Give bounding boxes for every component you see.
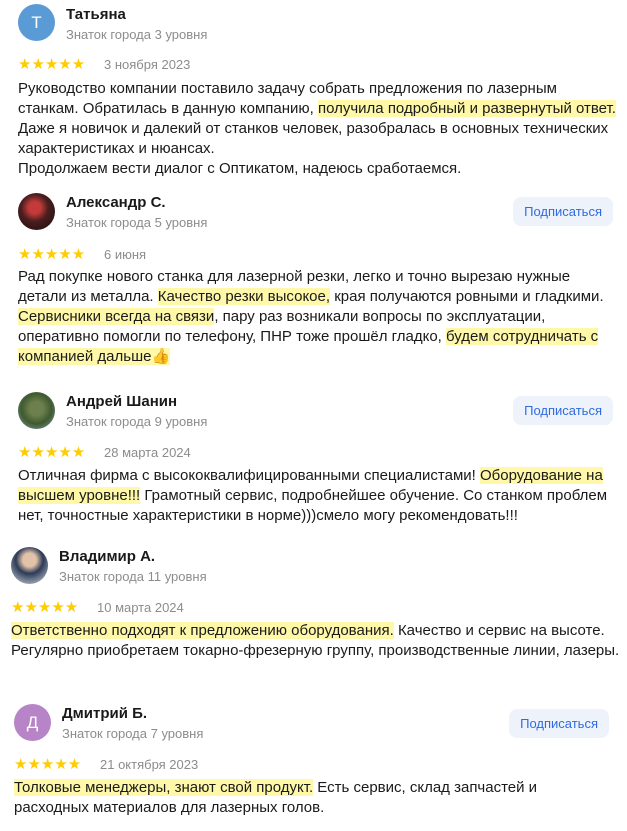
- rating-stars: ★★★★★: [18, 444, 86, 461]
- review-text-part: края получаются ровными и гладкими.: [330, 288, 604, 305]
- review-highlight: Толковые менеджеры, знают свой продукт.: [14, 779, 314, 796]
- review-highlight: Сервисники всегда на связи: [18, 308, 215, 325]
- review-highlight: получила подробный и развернутый ответ.: [317, 100, 616, 117]
- review-date: 10 марта 2024: [97, 600, 184, 615]
- avatar[interactable]: [18, 193, 55, 230]
- rating-stars: ★★★★★: [11, 599, 79, 616]
- review-text: Толковые менеджеры, знают свой продукт. …: [14, 778, 614, 818]
- reviewer-name[interactable]: Андрей Шанин: [66, 393, 177, 410]
- reviewer-name[interactable]: Дмитрий Б.: [62, 705, 147, 722]
- review-text-part: Продолжаем вести диалог с Оптикатом, над…: [18, 160, 462, 177]
- reviewer-name[interactable]: Александр С.: [66, 194, 166, 211]
- review-date: 3 ноября 2023: [104, 57, 191, 72]
- subscribe-button[interactable]: Подписаться: [513, 396, 613, 425]
- review-text-part: Отличная фирма с высококвалифицированным…: [18, 467, 480, 484]
- review-highlight: Качество резки высокое,: [157, 288, 331, 305]
- review-date: 6 июня: [104, 247, 147, 262]
- review-text: Отличная фирма с высококвалифицированным…: [18, 466, 618, 526]
- avatar[interactable]: Д: [14, 704, 51, 741]
- avatar-letter: Д: [26, 712, 39, 732]
- avatar[interactable]: [11, 547, 48, 584]
- rating-stars: ★★★★★: [18, 246, 86, 263]
- subscribe-button[interactable]: Подписаться: [509, 709, 609, 738]
- avatar[interactable]: Т: [18, 4, 55, 41]
- reviewer-name[interactable]: Владимир А.: [59, 548, 155, 565]
- review-highlight: Ответственно подходят к предложению обор…: [11, 622, 394, 639]
- review-date: 28 марта 2024: [104, 445, 191, 460]
- reviewer-level: Знаток города 7 уровня: [62, 726, 204, 741]
- review-date: 21 октября 2023: [100, 757, 199, 772]
- reviewer-name[interactable]: Татьяна: [66, 6, 126, 23]
- review-text: Рад покупке нового станка для лазерной р…: [18, 267, 618, 367]
- review-text-part: Даже я новичок и далекий от станков чело…: [18, 120, 609, 157]
- review-text: Руководство компании поставило задачу со…: [18, 79, 618, 179]
- avatar-letter: Т: [31, 12, 42, 32]
- subscribe-button[interactable]: Подписаться: [513, 197, 613, 226]
- reviewer-level: Знаток города 11 уровня: [59, 569, 207, 584]
- reviewer-level: Знаток города 9 уровня: [66, 414, 208, 429]
- reviewer-level: Знаток города 3 уровня: [66, 27, 208, 42]
- reviewer-level: Знаток города 5 уровня: [66, 215, 208, 230]
- rating-stars: ★★★★★: [14, 756, 82, 773]
- avatar[interactable]: [18, 392, 55, 429]
- rating-stars: ★★★★★: [18, 56, 86, 73]
- review-text: Ответственно подходят к предложению обор…: [11, 621, 621, 661]
